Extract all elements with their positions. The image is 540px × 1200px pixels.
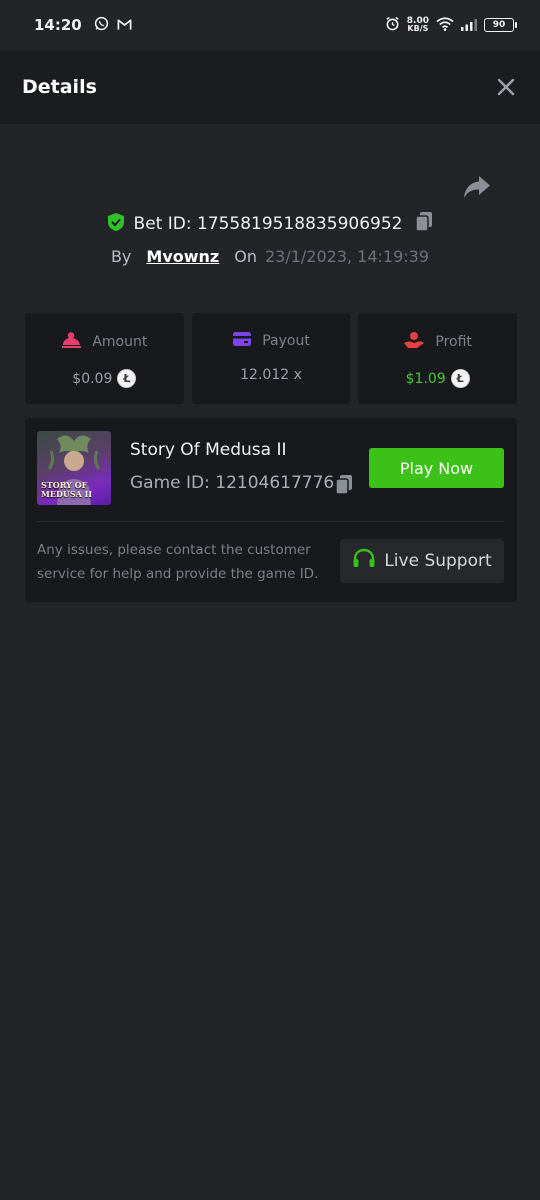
- litecoin-icon: Ł: [117, 369, 137, 388]
- profit-card: Profit $1.09 Ł: [358, 313, 518, 404]
- live-support-button[interactable]: Live Support: [340, 539, 504, 583]
- game-thumbnail[interactable]: STORY OF MEDUSA II: [37, 431, 111, 505]
- live-support-label: Live Support: [384, 551, 492, 571]
- gmail-icon: [117, 16, 132, 35]
- share-icon: [464, 176, 490, 198]
- amount-value-row: $0.09 Ł: [72, 369, 137, 388]
- support-message: Any issues, please contact the customer …: [37, 542, 319, 582]
- amount-card: Amount $0.09 Ł: [25, 313, 184, 404]
- close-icon: [497, 78, 515, 96]
- status-time: 14:20: [34, 16, 82, 34]
- close-button[interactable]: [494, 75, 518, 99]
- payout-value: 12.012 x: [240, 367, 302, 383]
- wifi-icon: [436, 16, 454, 35]
- verified-shield-icon: [106, 212, 126, 236]
- amount-head: Amount: [61, 331, 147, 353]
- by-label: By: [110, 246, 132, 266]
- bet-datetime: 23/1/2023, 14:19:39: [264, 246, 430, 266]
- litecoin-icon: Ł: [450, 369, 470, 388]
- profit-value-row: $1.09 Ł: [406, 369, 470, 388]
- whatsapp-icon: [94, 16, 109, 35]
- profit-head: Profit: [403, 331, 472, 353]
- coins-stack-icon: [61, 331, 82, 353]
- payout-value-row: 12.012 x: [240, 367, 302, 383]
- payout-head: Payout: [232, 331, 310, 351]
- payout-label: Payout: [262, 333, 310, 349]
- details-header: Details: [0, 50, 540, 124]
- speed-unit: KB/S: [407, 24, 429, 33]
- on-label: On: [234, 246, 257, 266]
- system-icons: 8.00 KB/S 90: [385, 16, 517, 35]
- game-id: Game ID: 12104617776: [130, 473, 335, 493]
- play-now-button[interactable]: Play Now: [369, 448, 504, 488]
- game-card: STORY OF MEDUSA II Story Of Medusa II Ga…: [25, 418, 517, 602]
- game-name: Story Of Medusa II: [130, 440, 287, 460]
- payout-card: Payout 12.012 x: [191, 313, 351, 404]
- status-bar: 14:20 8.00 KB/S 90: [0, 0, 540, 50]
- bet-id: Bet ID: 1755819518835906952: [133, 214, 403, 234]
- username-link[interactable]: Mvownz: [146, 247, 219, 266]
- copy-icon: [335, 475, 352, 495]
- copy-bet-id-button[interactable]: [414, 211, 434, 237]
- amount-value: $0.09: [72, 370, 113, 387]
- profit-value: $1.09: [405, 370, 446, 387]
- profit-label: Profit: [435, 334, 472, 350]
- amount-label: Amount: [92, 334, 148, 350]
- hand-coin-icon: [403, 331, 425, 353]
- signal-icon: [461, 16, 477, 35]
- headset-icon: [352, 548, 376, 575]
- thumbnail-title: STORY OF MEDUSA II: [41, 480, 93, 499]
- copy-game-id-button[interactable]: [334, 474, 354, 500]
- share-button[interactable]: [462, 174, 492, 200]
- network-speed: 8.00 KB/S: [407, 17, 429, 33]
- alarm-icon: [385, 16, 400, 35]
- bet-meta-row: By Mvownz On 23/1/2023, 14:19:39: [0, 243, 540, 269]
- notification-icons: [94, 16, 132, 35]
- copy-icon: [415, 212, 433, 232]
- divider: [37, 521, 505, 522]
- bet-stats: Amount $0.09 Ł Payout 12.012 x Profit $1…: [25, 313, 518, 404]
- battery-icon: 90: [484, 18, 517, 32]
- bet-id-row: Bet ID: 1755819518835906952: [0, 210, 540, 238]
- card-icon: [232, 331, 252, 351]
- page-title: Details: [22, 76, 97, 98]
